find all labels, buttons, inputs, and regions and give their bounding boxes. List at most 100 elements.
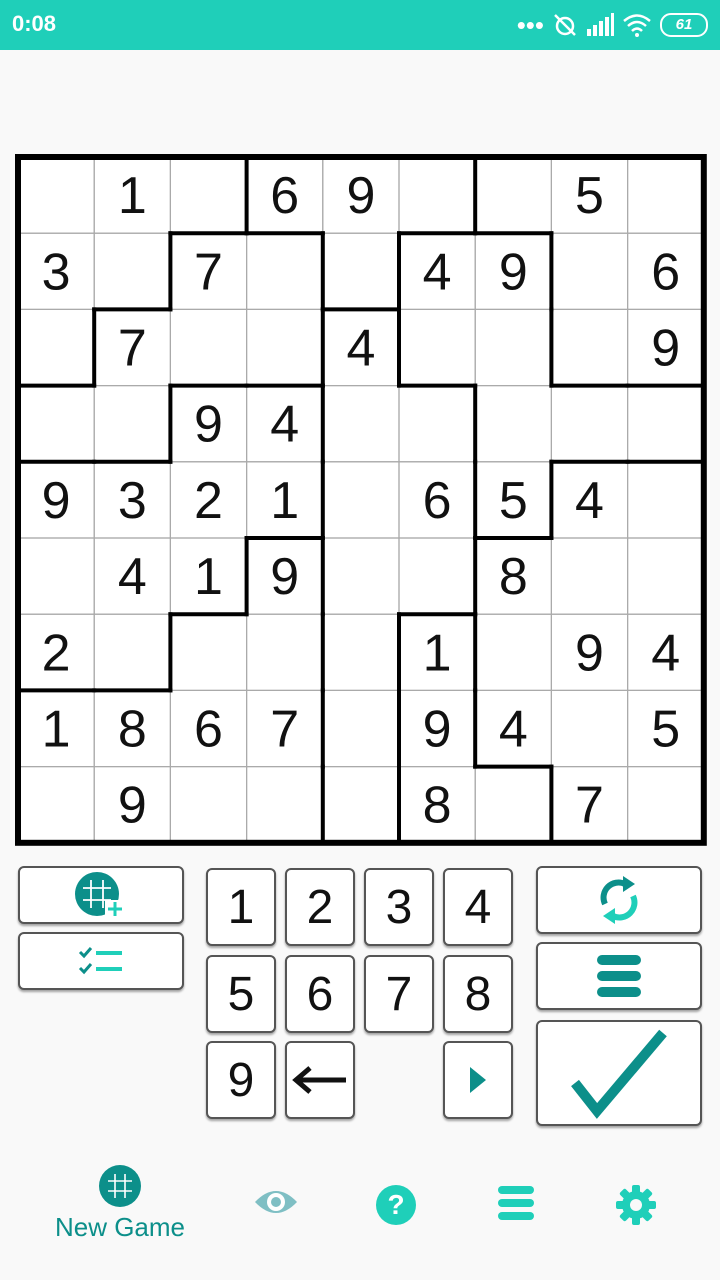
sudoku-cell[interactable] bbox=[550, 385, 629, 463]
cell-digit: 9 bbox=[575, 624, 604, 682]
nav-menu[interactable] bbox=[496, 1184, 536, 1222]
number-key-9[interactable]: 9 bbox=[206, 1041, 276, 1119]
sudoku-cell[interactable] bbox=[626, 461, 705, 539]
cell-digit: 7 bbox=[194, 243, 223, 301]
menu-button[interactable] bbox=[536, 942, 702, 1010]
sudoku-cell[interactable] bbox=[17, 385, 95, 463]
sudoku-cell[interactable] bbox=[322, 765, 400, 844]
cell-digit: 5 bbox=[499, 472, 528, 530]
cell-digit: 5 bbox=[575, 167, 604, 225]
cell-digit: 9 bbox=[118, 777, 147, 835]
number-key-6[interactable]: 6 bbox=[285, 955, 355, 1033]
sudoku-cell[interactable] bbox=[398, 308, 476, 387]
sudoku-cell[interactable] bbox=[474, 613, 553, 692]
cell-digit: 6 bbox=[270, 167, 299, 225]
sudoku-cell[interactable] bbox=[626, 385, 705, 463]
sudoku-cell[interactable] bbox=[246, 613, 324, 692]
sudoku-cell[interactable] bbox=[322, 385, 400, 463]
sudoku-cell[interactable] bbox=[398, 385, 476, 463]
cell-digit: 8 bbox=[423, 777, 452, 835]
sudoku-cell[interactable] bbox=[550, 537, 629, 615]
cell-digit: 6 bbox=[423, 472, 452, 530]
sudoku-cell[interactable] bbox=[322, 461, 400, 539]
new-grid-button[interactable] bbox=[18, 866, 184, 924]
sudoku-cell[interactable] bbox=[474, 308, 553, 387]
sudoku-cell[interactable] bbox=[474, 385, 553, 463]
bottom-navigation: New Game ? bbox=[0, 1150, 720, 1260]
number-key-7[interactable]: 7 bbox=[364, 955, 434, 1033]
cell-digit: 1 bbox=[270, 472, 299, 530]
sudoku-cell[interactable] bbox=[322, 537, 400, 615]
refresh-button[interactable] bbox=[536, 866, 702, 934]
sudoku-cell[interactable] bbox=[398, 156, 476, 234]
sudoku-cell[interactable] bbox=[626, 537, 705, 615]
sudoku-cell[interactable] bbox=[474, 156, 553, 234]
cell-digit: 1 bbox=[423, 624, 452, 682]
sudoku-cell[interactable] bbox=[169, 613, 248, 692]
play-arrow-icon bbox=[470, 1067, 486, 1093]
sudoku-cell[interactable] bbox=[93, 385, 171, 463]
sudoku-cell[interactable] bbox=[93, 232, 171, 310]
gear-icon bbox=[616, 1185, 656, 1225]
sudoku-cell[interactable] bbox=[322, 689, 400, 768]
nav-view[interactable] bbox=[250, 1184, 302, 1220]
sudoku-cell[interactable] bbox=[246, 765, 324, 844]
cell-digit: 9 bbox=[346, 167, 375, 225]
sudoku-cell[interactable] bbox=[17, 156, 95, 234]
sudoku-cell[interactable] bbox=[169, 308, 248, 387]
number-key-label: 8 bbox=[464, 967, 492, 1021]
sudoku-cell[interactable] bbox=[474, 765, 553, 844]
confirm-button[interactable] bbox=[536, 1020, 702, 1126]
cell-digit: 8 bbox=[118, 701, 147, 759]
next-button[interactable] bbox=[443, 1041, 513, 1119]
number-key-label: 7 bbox=[385, 967, 413, 1021]
backspace-arrow-icon bbox=[292, 1066, 346, 1094]
cell-digit: 9 bbox=[423, 701, 452, 759]
backspace-button[interactable] bbox=[285, 1041, 355, 1119]
sudoku-cell[interactable] bbox=[169, 156, 248, 234]
sudoku-cell[interactable] bbox=[550, 232, 629, 310]
cell-digit: 5 bbox=[651, 701, 680, 759]
svg-text:?: ? bbox=[387, 1189, 404, 1220]
sudoku-cell[interactable] bbox=[246, 232, 324, 310]
sudoku-cell[interactable] bbox=[322, 232, 400, 310]
number-key-5[interactable]: 5 bbox=[206, 955, 276, 1033]
cell-digit: 7 bbox=[270, 701, 299, 759]
cell-digit: 2 bbox=[194, 472, 223, 530]
cell-digit: 4 bbox=[575, 472, 604, 530]
checkmark-icon bbox=[571, 1029, 667, 1119]
nav-help[interactable]: ? bbox=[374, 1184, 418, 1226]
sudoku-cell[interactable] bbox=[17, 765, 95, 844]
number-key-1[interactable]: 1 bbox=[206, 868, 276, 946]
cell-digit: 4 bbox=[118, 548, 147, 606]
sudoku-cell[interactable] bbox=[93, 613, 171, 692]
sudoku-cell[interactable] bbox=[550, 308, 629, 387]
sudoku-cell[interactable] bbox=[17, 537, 95, 615]
sudoku-cell[interactable] bbox=[169, 765, 248, 844]
number-key-3[interactable]: 3 bbox=[364, 868, 434, 946]
nav-settings[interactable] bbox=[614, 1184, 658, 1226]
number-key-2[interactable]: 2 bbox=[285, 868, 355, 946]
grid-plus-icon bbox=[75, 872, 125, 918]
number-key-4[interactable]: 4 bbox=[443, 868, 513, 946]
list-icon bbox=[498, 1186, 534, 1220]
nav-new-game-label: New Game bbox=[54, 1212, 186, 1242]
cell-digit: 4 bbox=[423, 243, 452, 301]
number-key-label: 1 bbox=[227, 880, 255, 934]
sudoku-cell[interactable] bbox=[246, 308, 324, 387]
number-key-8[interactable]: 8 bbox=[443, 955, 513, 1033]
sudoku-cell[interactable] bbox=[626, 765, 705, 844]
checklist-button[interactable] bbox=[18, 932, 184, 990]
sudoku-cell[interactable] bbox=[398, 537, 476, 615]
cell-digit: 7 bbox=[575, 777, 604, 835]
sudoku-cell[interactable] bbox=[550, 689, 629, 768]
sudoku-cell[interactable] bbox=[626, 156, 705, 234]
sudoku-board[interactable]: 1 6 9 53 7 4 9 67 4 99 49 3 2 1 6 5 44 1 9 82 1 9 41 8 6 7 9 4 59 8 7 bbox=[0, 0, 720, 850]
cell-digit: 6 bbox=[651, 243, 680, 301]
cell-digit: 3 bbox=[42, 243, 71, 301]
number-key-label: 3 bbox=[385, 880, 413, 934]
checklist-icon bbox=[78, 947, 122, 975]
sudoku-cell[interactable] bbox=[322, 613, 400, 692]
sudoku-cell[interactable] bbox=[17, 308, 95, 387]
nav-new-game[interactable]: New Game bbox=[40, 1164, 200, 1243]
